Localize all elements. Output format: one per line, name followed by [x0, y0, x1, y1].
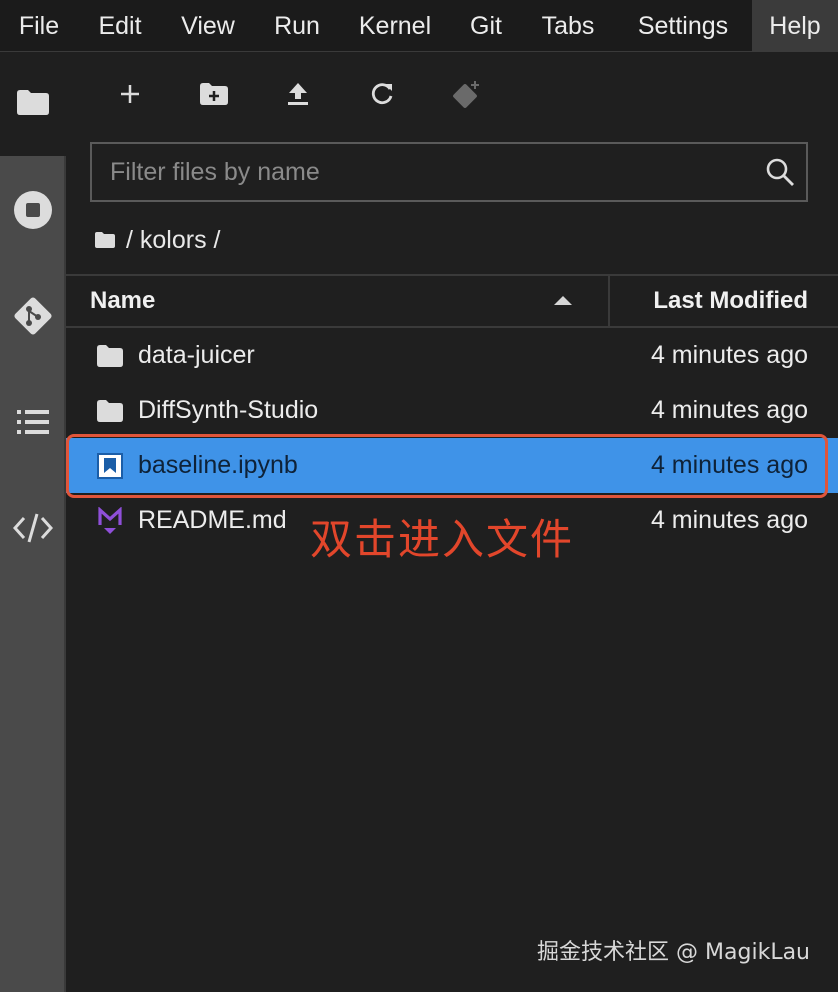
git-icon[interactable]: [0, 286, 66, 346]
menu-view[interactable]: View: [162, 0, 254, 52]
column-header-last-modified[interactable]: Last Modified: [653, 276, 808, 326]
new-launcher-button[interactable]: [106, 70, 154, 118]
file-name: baseline.ipynb: [138, 451, 298, 479]
menu-git[interactable]: Git: [450, 0, 522, 52]
file-name: README.md: [138, 506, 287, 534]
filter-box: [90, 142, 808, 202]
column-divider[interactable]: [608, 276, 610, 326]
upload-icon: [288, 83, 308, 105]
file-row-diffsynth-studio[interactable]: DiffSynth-Studio 4 minutes ago: [66, 383, 838, 438]
file-modified: 4 minutes ago: [650, 451, 808, 479]
sort-ascending-icon: [554, 296, 572, 305]
file-name: DiffSynth-Studio: [138, 396, 319, 424]
breadcrumb-path[interactable]: / kolors /: [126, 226, 220, 255]
file-modified: 4 minutes ago: [650, 396, 808, 424]
git-clone-icon: [453, 81, 479, 108]
code-icon[interactable]: [0, 498, 66, 558]
markdown-icon: [98, 507, 122, 534]
menu-help[interactable]: Help: [752, 0, 838, 52]
git-clone-button[interactable]: [442, 70, 490, 118]
upload-button[interactable]: [274, 70, 322, 118]
menu-run[interactable]: Run: [254, 0, 340, 52]
plus-icon: [121, 85, 139, 103]
file-modified: 4 minutes ago: [650, 341, 808, 369]
menu-file[interactable]: File: [0, 0, 78, 52]
column-header-name[interactable]: Name: [90, 276, 155, 326]
breadcrumb: / kolors /: [94, 220, 220, 260]
list-icon[interactable]: [0, 392, 66, 452]
refresh-button[interactable]: [358, 70, 406, 118]
menu-settings[interactable]: Settings: [614, 0, 752, 52]
file-list-header: Name Last Modified: [66, 274, 838, 328]
notebook-icon: [97, 453, 123, 479]
file-row-data-juicer[interactable]: data-juicer 4 minutes ago: [66, 328, 838, 383]
stop-circle-icon[interactable]: [0, 180, 66, 240]
refresh-icon: [371, 83, 393, 105]
file-name: data-juicer: [138, 341, 255, 369]
search-icon: [764, 156, 796, 188]
folder-icon: [97, 400, 123, 422]
new-folder-button[interactable]: [190, 70, 238, 118]
menu-bar: File Edit View Run Kernel Git Tabs Setti…: [0, 0, 838, 52]
menu-kernel[interactable]: Kernel: [340, 0, 450, 52]
annotation-text: 双击进入文件: [310, 515, 575, 564]
file-row-baseline-ipynb[interactable]: baseline.ipynb 4 minutes ago: [66, 438, 838, 493]
file-modified: 4 minutes ago: [650, 506, 808, 534]
file-browser-panel: / kolors / Name Last Modified data-juice…: [66, 52, 838, 992]
menu-tabs[interactable]: Tabs: [522, 0, 614, 52]
folder-icon[interactable]: [0, 72, 66, 132]
folder-icon[interactable]: [94, 231, 116, 249]
folder-icon: [97, 345, 123, 367]
menu-edit[interactable]: Edit: [78, 0, 162, 52]
watermark: 掘金技术社区 @ MagikLau: [537, 940, 810, 965]
activity-rail: [0, 52, 66, 992]
new-folder-icon: [200, 83, 228, 105]
filter-input[interactable]: [92, 144, 752, 200]
